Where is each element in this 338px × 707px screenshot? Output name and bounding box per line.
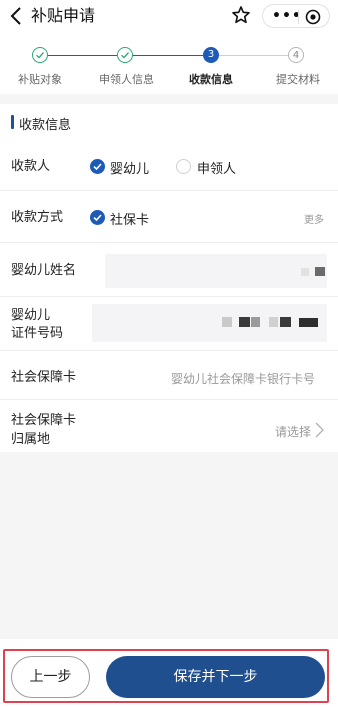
step-connector bbox=[48, 55, 117, 56]
redaction-block bbox=[239, 317, 250, 327]
back-arrow-icon[interactable] bbox=[6, 5, 28, 27]
payee-radio-applicant[interactable] bbox=[176, 159, 191, 174]
divider bbox=[0, 350, 338, 351]
section-spacer bbox=[0, 94, 338, 104]
ss-card-input[interactable]: 婴幼儿社会保障卡银行卡号 bbox=[171, 370, 315, 387]
divider bbox=[0, 296, 338, 297]
child-id-label: 婴幼儿 bbox=[11, 308, 51, 323]
redaction-block bbox=[315, 267, 325, 276]
divider bbox=[0, 242, 338, 243]
prev-step-button[interactable]: 上一步 bbox=[11, 656, 90, 698]
redaction-block bbox=[301, 268, 309, 276]
page-title: 补贴申请 bbox=[31, 6, 96, 25]
more-options-link[interactable]: 更多 bbox=[304, 211, 324, 226]
chevron-right-icon bbox=[315, 422, 324, 438]
payee-label: 收款人 bbox=[11, 159, 51, 174]
payment-option-ss-card[interactable]: 社保卡 bbox=[110, 209, 149, 228]
payee-radio-child[interactable] bbox=[90, 159, 105, 174]
step-done-check-icon bbox=[117, 47, 133, 63]
app-header: 补贴申请 ••• bbox=[0, 0, 338, 34]
check-icon bbox=[93, 163, 102, 171]
step-label: 申领人信息 bbox=[99, 73, 154, 86]
divider bbox=[0, 190, 338, 191]
step-connector bbox=[133, 55, 203, 56]
redaction-block bbox=[280, 317, 291, 327]
progress-steps: 3 4 补贴对象 申领人信息 收款信息 提交材料 bbox=[0, 34, 338, 94]
child-name-label: 婴幼儿姓名 bbox=[11, 263, 77, 278]
step-label: 收款信息 bbox=[189, 73, 233, 86]
payee-option-applicant[interactable]: 申领人 bbox=[197, 158, 236, 177]
section-marker bbox=[11, 115, 14, 129]
redaction-block bbox=[299, 318, 318, 327]
star-icon[interactable] bbox=[231, 5, 251, 25]
ss-region-label: 社会保障卡 bbox=[11, 413, 77, 428]
payment-method-label: 收款方式 bbox=[11, 210, 64, 225]
divider bbox=[0, 399, 338, 400]
redaction-block bbox=[222, 317, 232, 327]
check-icon bbox=[93, 214, 102, 222]
ss-card-label: 社会保障卡 bbox=[11, 370, 77, 385]
payment-radio-ss-card[interactable] bbox=[90, 210, 105, 225]
payment-info-form: 收款信息 收款人 婴幼儿 申领人 收款方式 社保卡 更多 婴幼儿姓名 婴幼儿 证… bbox=[0, 104, 338, 452]
step-active-badge: 3 bbox=[203, 47, 219, 63]
section-title: 收款信息 bbox=[19, 118, 72, 133]
redaction-block bbox=[251, 317, 260, 327]
save-next-button[interactable]: 保存并下一步 bbox=[106, 656, 325, 698]
ss-region-label-line2: 归属地 bbox=[11, 432, 51, 447]
step-done-check-icon bbox=[32, 47, 48, 63]
redaction-block bbox=[269, 317, 278, 327]
step-todo-badge: 4 bbox=[288, 47, 304, 63]
mini-program-capsule: ••• bbox=[262, 4, 330, 28]
close-target-icon[interactable] bbox=[305, 9, 321, 25]
child-id-field[interactable] bbox=[92, 304, 327, 342]
child-name-field[interactable] bbox=[105, 254, 327, 288]
step-label: 提交材料 bbox=[276, 73, 320, 86]
step-connector bbox=[219, 55, 288, 56]
step-label: 补贴对象 bbox=[18, 73, 62, 86]
capsule-divider bbox=[298, 10, 299, 24]
payee-option-child[interactable]: 婴幼儿 bbox=[110, 158, 149, 177]
ss-region-picker[interactable]: 请选择 bbox=[275, 423, 311, 440]
child-id-label-line2: 证件号码 bbox=[11, 326, 64, 341]
